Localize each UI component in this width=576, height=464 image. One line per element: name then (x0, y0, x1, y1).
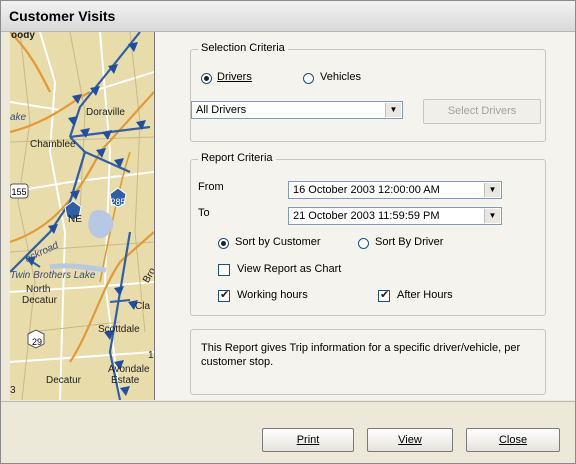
sort-by-driver-radio[interactable] (358, 238, 369, 249)
working-hours-label[interactable]: Working hours (237, 289, 308, 301)
working-hours-checkbox[interactable] (218, 288, 230, 302)
button-bar: Print View Close (1, 401, 575, 463)
map-label: North (26, 284, 51, 295)
from-label: From (198, 181, 224, 193)
view-button-label: View (398, 434, 422, 446)
map-label: Twin Brothers Lake (10, 270, 96, 281)
customer-visits-window: Customer Visits oody Doraville ake Chamb… (0, 0, 576, 464)
chevron-down-icon[interactable]: ▼ (385, 103, 401, 117)
print-button[interactable]: Print (262, 428, 354, 452)
from-date-picker[interactable]: 16 October 2003 12:00:00 AM ▼ (288, 181, 502, 199)
vehicles-radio-label[interactable]: Vehicles (320, 71, 361, 83)
map-label: Decatur (22, 295, 58, 306)
map-label: Avondale (108, 364, 150, 375)
sort-by-customer-radio[interactable] (218, 238, 229, 249)
map-label: Doraville (86, 107, 125, 118)
map-label: oody (11, 32, 35, 41)
selection-criteria-title: Selection Criteria (198, 42, 288, 54)
map-label: Chamblee (30, 139, 76, 150)
to-label: To (198, 207, 210, 219)
to-date-value: 21 October 2003 11:59:59 PM (293, 210, 440, 222)
map-label: 1 (148, 350, 154, 361)
chevron-down-icon[interactable]: ▼ (484, 209, 500, 223)
drivers-radio[interactable] (201, 73, 212, 84)
driver-select-combo[interactable]: All Drivers ▼ (191, 101, 403, 119)
print-button-label: Print (296, 434, 320, 446)
highway-shield: 285 (110, 197, 126, 207)
map-label: Estate (111, 375, 140, 386)
highway-shield: 29 (31, 337, 42, 347)
driver-select-value: All Drivers (196, 104, 247, 116)
window-title: Customer Visits (9, 8, 116, 24)
vehicles-radio[interactable] (303, 73, 314, 84)
map-label: ake (10, 112, 27, 123)
report-description-box: This Report gives Trip information for a… (190, 329, 546, 395)
report-criteria-title: Report Criteria (198, 152, 276, 164)
drivers-radio-label[interactable]: Drivers (217, 71, 252, 83)
report-criteria-group: Report Criteria From 16 October 2003 12:… (190, 152, 546, 316)
report-options-panel: Selection Criteria Drivers Vehicles All … (155, 32, 575, 400)
after-hours-label[interactable]: After Hours (397, 289, 453, 301)
report-description: This Report gives Trip information for a… (201, 342, 521, 368)
map-label: Cla (135, 301, 151, 312)
map-label: NE (68, 214, 82, 225)
selection-criteria-group: Selection Criteria Drivers Vehicles All … (190, 42, 546, 142)
view-button[interactable]: View (367, 428, 453, 452)
close-button-label: Close (498, 434, 528, 446)
from-date-value: 16 October 2003 12:00:00 AM (293, 184, 440, 196)
select-drivers-button[interactable]: Select Drivers (423, 99, 541, 124)
to-date-picker[interactable]: 21 October 2003 11:59:59 PM ▼ (288, 207, 502, 225)
highway-shield: 155 (11, 187, 27, 197)
sort-by-customer-label[interactable]: Sort by Customer (235, 236, 321, 248)
route-map: oody Doraville ake Chamblee 155 285 NE a… (10, 32, 155, 400)
after-hours-checkbox[interactable] (378, 288, 390, 302)
view-as-chart-checkbox[interactable] (218, 264, 230, 276)
map-label: Scottdale (98, 324, 140, 335)
close-button[interactable]: Close (466, 428, 560, 452)
sort-by-driver-label[interactable]: Sort By Driver (375, 236, 443, 248)
view-as-chart-label[interactable]: View Report as Chart (237, 263, 341, 275)
map-label: 3 (10, 385, 16, 396)
map-label: Decatur (46, 375, 82, 386)
title-bar: Customer Visits (1, 1, 575, 32)
chevron-down-icon[interactable]: ▼ (484, 183, 500, 197)
